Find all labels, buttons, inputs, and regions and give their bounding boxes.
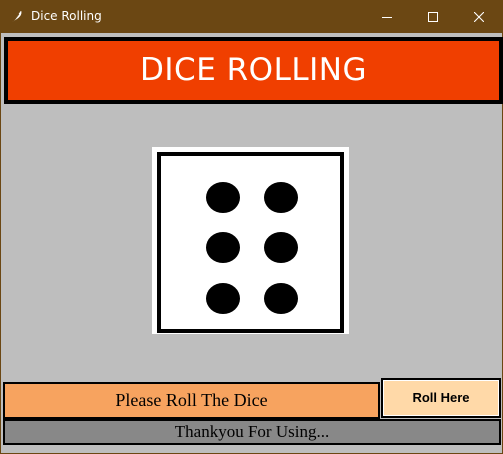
maximize-icon <box>428 11 438 22</box>
dice-pip <box>206 283 240 314</box>
window-title: Dice Rolling <box>31 9 102 23</box>
close-icon <box>474 11 484 22</box>
dice-pip <box>206 232 240 263</box>
dice-pip <box>264 283 298 314</box>
status-text: Please Roll The Dice <box>115 390 268 410</box>
minimize-icon <box>382 16 392 18</box>
footer-label: Thankyou For Using... <box>3 419 501 445</box>
dice-pip <box>206 182 240 213</box>
dice-pip <box>264 232 298 263</box>
dice-face <box>153 148 348 333</box>
footer-text: Thankyou For Using... <box>174 422 330 441</box>
feather-icon <box>12 10 22 23</box>
close-button[interactable] <box>456 0 502 33</box>
banner-title: DICE ROLLING <box>140 52 367 88</box>
client-area: DICE ROLLING Please Roll The Dice Roll H… <box>1 33 503 453</box>
status-label: Please Roll The Dice <box>3 382 380 419</box>
dice-pip <box>264 182 298 213</box>
title-bar[interactable]: Dice Rolling <box>0 0 503 33</box>
minimize-button[interactable] <box>364 0 410 33</box>
roll-button-label: Roll Here <box>412 390 470 405</box>
roll-button[interactable]: Roll Here <box>381 378 501 418</box>
app-window: Dice Rolling DICE ROLLING Please Roll Th… <box>0 0 503 454</box>
header-banner: DICE ROLLING <box>4 37 503 104</box>
maximize-button[interactable] <box>410 0 456 33</box>
dice-border <box>157 152 344 333</box>
